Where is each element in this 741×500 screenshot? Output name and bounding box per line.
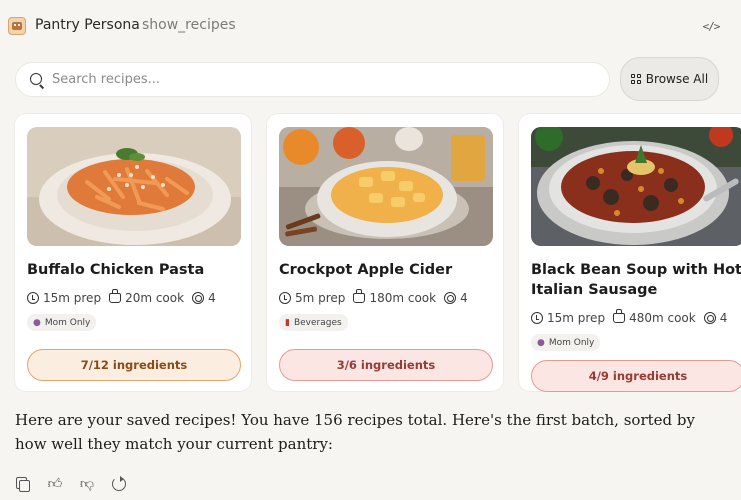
recipe-image xyxy=(531,127,741,246)
cook-time: 180m cook xyxy=(369,291,437,305)
recipe-title: Crockpot Apple Cider xyxy=(279,262,453,278)
servings: 4 xyxy=(208,291,216,305)
recipe-title: Buffalo Chicken Pasta xyxy=(27,262,205,278)
servings: 4 xyxy=(719,311,728,325)
pot-icon xyxy=(109,289,122,303)
pot-icon xyxy=(353,289,366,303)
grid-icon xyxy=(630,74,641,84)
app-logo-icon xyxy=(8,17,26,35)
prep-time: 15m prep xyxy=(43,291,102,305)
clock-icon xyxy=(279,292,291,304)
recipe-card[interactable]: Crockpot Apple Cider 5m prep 180m cook 4… xyxy=(266,113,504,392)
thumbs-up-icon[interactable]: 👍︎ xyxy=(47,476,63,492)
header: Pantry Persona show_recipes </> xyxy=(0,0,741,52)
servings-icon xyxy=(192,292,205,304)
person-icon: ● xyxy=(33,317,41,328)
servings-icon xyxy=(444,292,457,304)
app-name: Pantry Persona xyxy=(35,17,140,33)
servings: 4 xyxy=(460,291,468,305)
recipe-image xyxy=(27,127,241,246)
message-actions: 👍︎ 👎︎ xyxy=(15,476,145,494)
ingredients-match-button[interactable]: 3/6 ingredients xyxy=(279,349,493,381)
recipe-meta: 5m prep 180m cook 4 xyxy=(279,289,499,307)
recipe-image xyxy=(279,127,493,246)
servings-icon xyxy=(703,312,716,324)
recipe-card[interactable]: Black Bean Soup with Hot Italian Sausage… xyxy=(518,113,741,392)
browse-all-button[interactable]: Browse All xyxy=(620,57,719,101)
tool-name: show_recipes xyxy=(142,17,236,33)
cup-icon: ▮ xyxy=(285,317,290,328)
browse-all-label: Browse All xyxy=(645,72,709,86)
recipe-card[interactable]: Buffalo Chicken Pasta 15m prep 20m cook … xyxy=(14,113,252,392)
pot-icon xyxy=(613,309,626,323)
category-tag: ▮ Beverages xyxy=(279,314,348,331)
copy-icon[interactable] xyxy=(15,476,31,492)
prep-time: 15m prep xyxy=(547,311,606,325)
recipe-meta: 15m prep 480m cook 4 xyxy=(531,309,741,327)
recipe-title: Black Bean Soup with Hot Italian Sausage xyxy=(531,262,741,298)
assistant-message: Here are your saved recipes! You have 15… xyxy=(15,411,695,453)
tag-label: Mom Only xyxy=(548,337,595,348)
view-code-button[interactable]: </> xyxy=(700,16,722,36)
retry-icon[interactable] xyxy=(111,476,127,492)
clock-icon xyxy=(27,292,39,304)
tag-label: Mom Only xyxy=(44,317,91,328)
category-tag: ● Mom Only xyxy=(531,334,601,351)
category-tag: ● Mom Only xyxy=(27,314,97,331)
person-icon: ● xyxy=(537,337,545,348)
tag-label: Beverages xyxy=(293,317,342,328)
prep-time: 5m prep xyxy=(295,291,346,305)
cook-time: 20m cook xyxy=(125,291,185,305)
search-bar[interactable] xyxy=(15,62,610,97)
thumbs-down-icon[interactable]: 👎︎ xyxy=(79,476,95,492)
recipe-carousel[interactable]: Buffalo Chicken Pasta 15m prep 20m cook … xyxy=(0,113,741,393)
ingredients-match-button[interactable]: 4/9 ingredients xyxy=(531,360,741,392)
search-input[interactable] xyxy=(52,63,592,96)
clock-icon xyxy=(531,312,543,324)
recipe-meta: 15m prep 20m cook 4 xyxy=(27,289,247,307)
search-icon xyxy=(30,73,42,85)
cook-time: 480m cook xyxy=(629,311,696,325)
ingredients-match-button[interactable]: 7/12 ingredients xyxy=(27,349,241,381)
